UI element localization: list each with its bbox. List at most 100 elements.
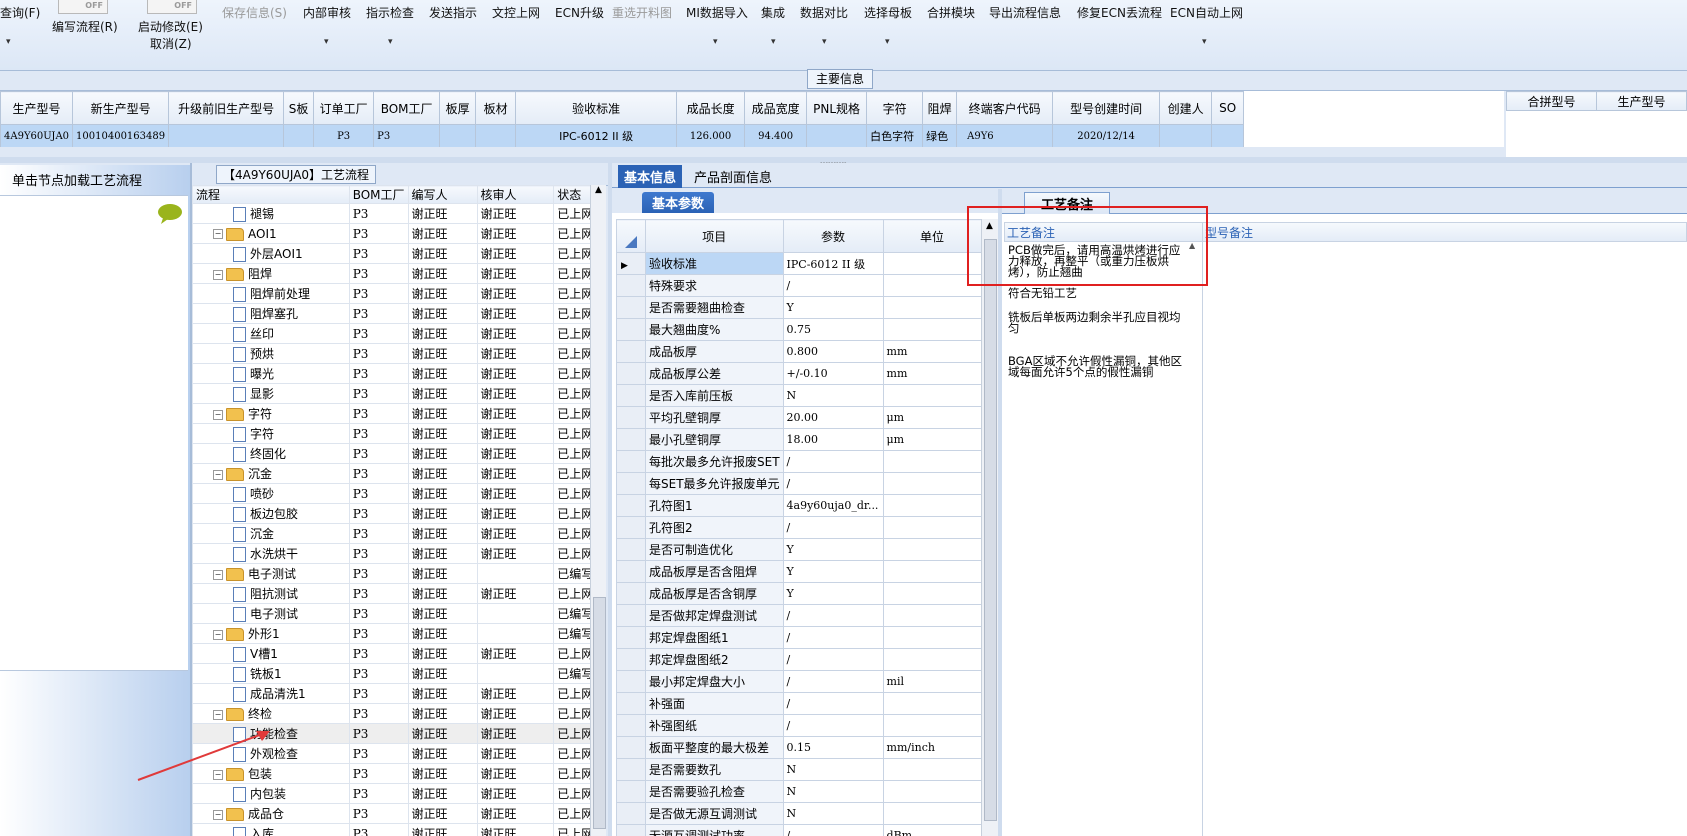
flow-node[interactable]: V槽1 (192, 643, 350, 664)
column-header[interactable]: SO (1211, 91, 1245, 125)
edit-flow-toggle[interactable]: OFF (58, 0, 108, 14)
row-indicator[interactable] (616, 604, 646, 627)
table-cell[interactable]: 谢正旺 (476, 223, 555, 244)
table-row[interactable]: 预烘 P3 谢正旺 谢正旺 已上网 (192, 343, 606, 364)
flow-node[interactable]: 终固化 (192, 443, 350, 464)
table-row[interactable]: 孔符图1 4a9y60uja0_dr... (616, 494, 982, 517)
param-name[interactable]: 是否做无源互调测试 (645, 802, 784, 825)
table-row[interactable]: 邦定焊盘图纸2/ (616, 648, 982, 671)
table-cell[interactable]: P3 (348, 263, 409, 284)
row-indicator[interactable] (616, 384, 646, 407)
flow-node[interactable]: 电子测试 (192, 603, 350, 624)
param-name[interactable]: 成品板厚 (645, 340, 784, 363)
param-value[interactable]: 0.15 (782, 736, 884, 759)
flow-node[interactable]: 阻焊前处理 (192, 283, 350, 304)
column-header[interactable]: 项目 (645, 219, 784, 253)
param-unit[interactable] (882, 384, 982, 407)
param-unit[interactable] (882, 560, 982, 583)
table-row[interactable]: 是否需要验孔检查 N (616, 780, 982, 803)
table-cell[interactable] (1211, 124, 1245, 147)
param-value[interactable]: IPC-6012 II 级 (782, 252, 884, 275)
param-name[interactable]: 孔符图2 (645, 516, 784, 539)
table-cell[interactable] (475, 124, 517, 147)
table-row[interactable]: 4A9Y60UJA0 10010400163489 P3 P3 IPC-6012… (0, 124, 1245, 147)
param-name[interactable]: 最大翘曲度% (645, 318, 784, 341)
table-row[interactable]: − 电子测试 P3 谢正旺 已编写 (192, 563, 606, 584)
column-header[interactable]: 成品宽度 (744, 91, 808, 125)
column-header[interactable]: 创建人 (1159, 91, 1213, 125)
table-cell[interactable]: 谢正旺 (407, 223, 478, 244)
model-notes-header[interactable]: 型号备注 (1202, 222, 1687, 242)
param-unit[interactable] (882, 538, 982, 561)
table-cell[interactable]: 谢正旺 (407, 403, 478, 424)
column-header[interactable]: 验收标准 (515, 91, 678, 125)
param-name[interactable]: 成品板厚公差 (645, 362, 784, 385)
param-unit[interactable] (882, 714, 982, 737)
table-row[interactable]: 字符 P3 谢正旺 谢正旺 已上网 (192, 423, 606, 444)
chevron-down-icon[interactable]: ▾ (822, 37, 827, 47)
table-row[interactable]: 最大翘曲度% 0.75 (616, 318, 982, 341)
row-indicator[interactable] (616, 340, 646, 363)
param-name[interactable]: 是否需要验孔检查 (645, 780, 784, 803)
table-row[interactable]: V槽1 P3 谢正旺 谢正旺 已上网 (192, 643, 606, 664)
param-value[interactable]: Y (782, 560, 884, 583)
param-value[interactable]: / (782, 692, 884, 715)
table-cell[interactable]: P3 (348, 743, 409, 764)
internal-review-button[interactable]: 内部审核 (303, 4, 351, 21)
table-cell[interactable]: 绿色 (922, 124, 958, 147)
table-cell[interactable]: 谢正旺 (407, 603, 478, 624)
table-row[interactable]: 成品板厚是否含阻焊 Y (616, 560, 982, 583)
table-cell[interactable]: 谢正旺 (407, 263, 478, 284)
export-flow-button[interactable]: 导出流程信息 (989, 4, 1061, 21)
param-name[interactable]: 每批次最多允许报废SET (645, 450, 784, 473)
param-name[interactable]: 板面平整度的最大极差 (645, 736, 784, 759)
column-header[interactable]: BOM工厂 (373, 91, 441, 125)
table-row[interactable]: 板面平整度的最大极差 0.15 mm/inch (616, 736, 982, 759)
param-name[interactable]: 是否需要翘曲检查 (645, 296, 784, 319)
table-row[interactable]: 阻焊塞孔 P3 谢正旺 谢正旺 已上网 (192, 303, 606, 324)
table-row[interactable]: 成品板厚公差 +/-0.10 mm (616, 362, 982, 385)
upload-doc-button[interactable]: 文控上网 (492, 4, 540, 21)
param-unit[interactable]: dBm (882, 824, 982, 836)
row-indicator[interactable] (616, 472, 646, 495)
table-cell[interactable]: 谢正旺 (407, 423, 478, 444)
param-name[interactable]: 邦定焊盘图纸1 (645, 626, 784, 649)
table-cell[interactable]: P3 (348, 223, 409, 244)
table-cell[interactable]: 谢正旺 (407, 803, 478, 824)
table-cell[interactable]: P3 (348, 203, 409, 224)
flow-node[interactable]: 水洗烘干 (192, 543, 350, 564)
param-value[interactable]: Y (782, 296, 884, 319)
table-row[interactable]: 褪锡 P3 谢正旺 谢正旺 已上网 (192, 203, 606, 224)
table-cell[interactable]: P3 (348, 363, 409, 384)
flow-node[interactable]: 丝印 (192, 323, 350, 344)
table-cell[interactable]: P3 (348, 783, 409, 804)
table-cell[interactable]: 谢正旺 (476, 443, 555, 464)
row-indicator[interactable] (616, 824, 646, 836)
flow-node[interactable]: 曝光 (192, 363, 350, 384)
collapse-icon[interactable]: − (213, 809, 223, 820)
param-value[interactable]: 0.75 (782, 318, 884, 341)
param-unit[interactable] (882, 692, 982, 715)
row-indicator[interactable]: ▶ (616, 252, 646, 275)
table-cell[interactable]: 谢正旺 (476, 363, 555, 384)
collapse-icon[interactable]: − (213, 269, 223, 280)
flow-node[interactable]: 阻抗测试 (192, 583, 350, 604)
table-cell[interactable]: P3 (348, 523, 409, 544)
param-value[interactable]: / (782, 450, 884, 473)
row-indicator[interactable] (616, 362, 646, 385)
row-indicator[interactable] (616, 692, 646, 715)
ecn-upgrade-button[interactable]: ECN升级 (555, 4, 604, 21)
param-value[interactable]: +/-0.10 (782, 362, 884, 385)
param-value[interactable]: N (782, 802, 884, 825)
table-row[interactable]: 补强面 / (616, 692, 982, 715)
table-cell[interactable]: 谢正旺 (476, 303, 555, 324)
row-indicator[interactable] (616, 714, 646, 737)
table-cell[interactable]: 4A9Y60UJA0 (0, 124, 74, 147)
table-cell[interactable]: 126.000 (676, 124, 746, 147)
param-unit[interactable]: μm (882, 428, 982, 451)
table-cell[interactable]: 谢正旺 (476, 403, 555, 424)
param-value[interactable]: N (782, 758, 884, 781)
table-cell[interactable]: P3 (348, 723, 409, 744)
param-value[interactable]: / (782, 824, 884, 836)
param-unit[interactable] (882, 648, 982, 671)
